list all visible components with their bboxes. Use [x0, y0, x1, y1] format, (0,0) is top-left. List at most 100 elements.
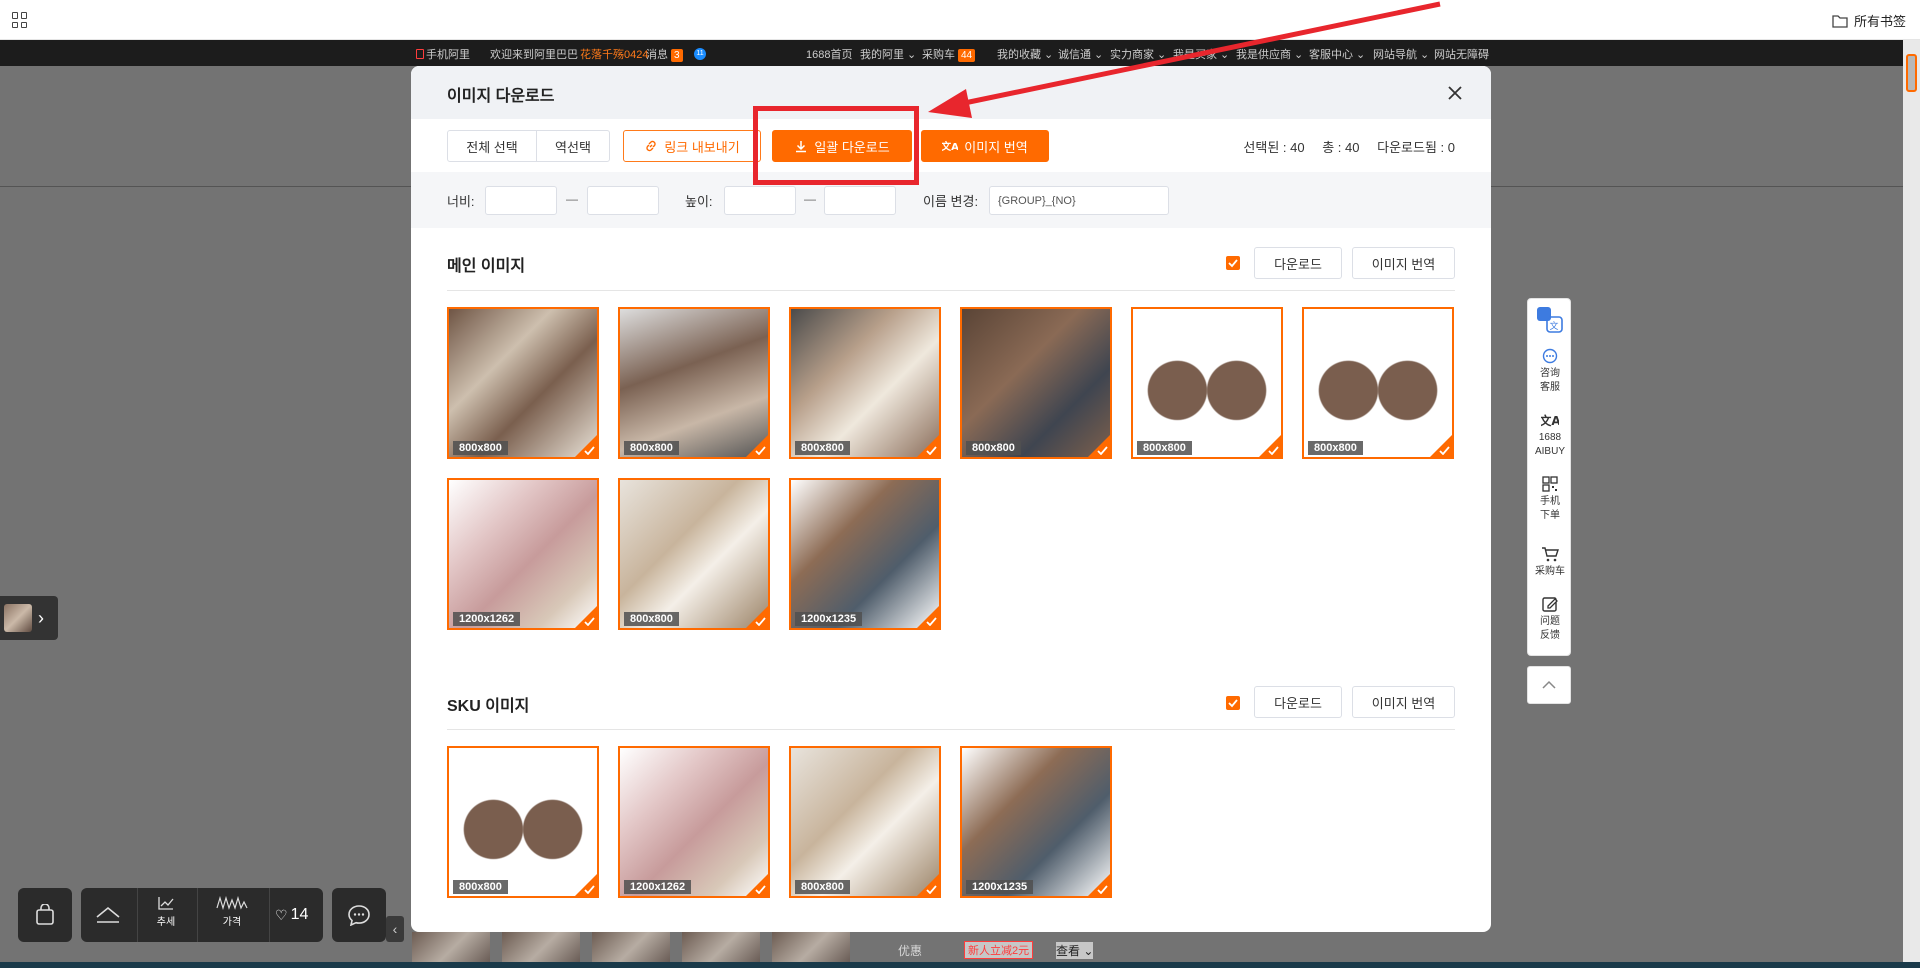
- home-link[interactable]: 1688首页: [806, 46, 852, 62]
- back-to-top-button[interactable]: [1527, 666, 1571, 704]
- width-max-input[interactable]: [587, 186, 659, 215]
- analysis-tools: 추세 가격 ♡ 14: [81, 888, 323, 942]
- buyers-menu[interactable]: 我是买家 ⌄: [1173, 46, 1229, 62]
- site-nav-menu[interactable]: 网站导航 ⌄: [1373, 46, 1429, 62]
- chevron-right-icon: ›: [38, 608, 44, 628]
- collapse-arrow[interactable]: ‹: [386, 916, 404, 942]
- height-max-input[interactable]: [824, 186, 896, 215]
- check-icon: [584, 446, 595, 455]
- image-thumbnail[interactable]: 800x800: [447, 307, 599, 459]
- close-icon[interactable]: [1444, 82, 1466, 104]
- side-aibuy-button[interactable]: 文A 1688 AIBUY: [1528, 411, 1572, 459]
- chevron-up-icon: [1542, 680, 1556, 689]
- chat-bubble-icon: [348, 905, 370, 926]
- modal-title: 이미지 다운로드: [447, 88, 555, 105]
- translate-images-button[interactable]: 文A 이미지 번역: [921, 130, 1049, 162]
- image-thumbnail[interactable]: 800x800: [447, 746, 599, 898]
- check-icon: [755, 617, 766, 626]
- check-icon: [1228, 699, 1238, 708]
- mobile-ali-link[interactable]: 手机阿里: [416, 46, 470, 62]
- taskbar-edge: [0, 962, 1920, 968]
- image-thumbnail[interactable]: 800x800: [960, 307, 1112, 459]
- image-download-modal: 이미지 다운로드 전체 선택 역선택 링크 내보내기 일괄 다운로드 文A 이미…: [411, 66, 1491, 932]
- check-icon: [584, 885, 595, 894]
- check-icon: [1439, 446, 1450, 455]
- cart-link[interactable]: 采购车 44: [922, 46, 976, 62]
- image-thumbnail[interactable]: 800x800: [789, 746, 941, 898]
- favorites-menu[interactable]: 我的收藏 ⌄: [997, 46, 1053, 62]
- check-icon: [926, 446, 937, 455]
- image-thumbnail[interactable]: 1200x1235: [960, 746, 1112, 898]
- modal-toolbar: 전체 선택 역선택 링크 내보내기 일괄 다운로드 文A 이미지 번역 선택된 …: [411, 119, 1491, 172]
- heart-icon: ♡: [275, 906, 288, 923]
- export-links-button[interactable]: 링크 내보내기: [623, 130, 761, 162]
- svg-text:文A: 文A: [942, 140, 958, 153]
- side-feedback-label: 问题 反馈: [1540, 616, 1560, 641]
- side-feedback-button[interactable]: 问题 反馈: [1528, 595, 1572, 643]
- main-images-title: 메인 이미지: [447, 258, 526, 275]
- main-images-download-button[interactable]: 다운로드: [1254, 247, 1342, 279]
- side-cart-button[interactable]: 采购车: [1528, 545, 1572, 579]
- price-button[interactable]: 가격: [203, 895, 261, 928]
- invert-selection-button[interactable]: 역선택: [536, 130, 610, 162]
- left-thumbnail-tab[interactable]: ›: [0, 596, 58, 640]
- all-bookmarks-folder[interactable]: 所有书签: [1832, 11, 1906, 30]
- selection-stats: 선택된 : 40 총 : 40 다운로드됨 : 0: [1229, 137, 1455, 156]
- scrollbar-thumb[interactable]: [1906, 54, 1917, 92]
- rename-label: 이름 변경:: [923, 194, 979, 209]
- translate-images-label: 이미지 번역: [964, 139, 1028, 155]
- main-images-checkbox[interactable]: [1226, 256, 1240, 270]
- image-size-label: 800x800: [624, 441, 679, 455]
- image-thumbnail[interactable]: 800x800: [1302, 307, 1454, 459]
- chat-button[interactable]: [332, 888, 386, 942]
- width-min-input[interactable]: [485, 186, 557, 215]
- messages-link[interactable]: 消息 3: [646, 46, 683, 62]
- link-icon: [646, 140, 656, 152]
- collapse-icon[interactable]: [95, 905, 121, 925]
- side-translate-button[interactable]: 文: [1528, 305, 1572, 337]
- image-thumbnail[interactable]: 800x800: [789, 307, 941, 459]
- image-size-label: 1200x1235: [795, 612, 863, 626]
- rename-pattern-input[interactable]: {GROUP}_{NO}: [989, 186, 1169, 215]
- image-size-label: 1200x1262: [624, 880, 692, 894]
- image-thumbnail[interactable]: 1200x1262: [447, 478, 599, 630]
- merchants-menu[interactable]: 实力商家 ⌄: [1110, 46, 1166, 62]
- bag-button[interactable]: [18, 888, 72, 942]
- welcome-text: 欢迎来到阿里巴巴: [490, 49, 578, 61]
- page-scrollbar[interactable]: [1903, 40, 1920, 968]
- main-images-translate-button[interactable]: 이미지 번역: [1352, 247, 1455, 279]
- image-size-label: 800x800: [1308, 441, 1363, 455]
- sku-images-translate-button[interactable]: 이미지 번역: [1352, 686, 1455, 718]
- image-size-label: 800x800: [453, 880, 508, 894]
- likes-button[interactable]: ♡ 14: [275, 906, 308, 924]
- service-menu[interactable]: 客服中心 ⌄: [1309, 46, 1365, 62]
- shopping-bag-icon: [36, 904, 54, 925]
- my-ali-menu[interactable]: 我的阿里 ⌄: [860, 46, 916, 62]
- sku-images-checkbox[interactable]: [1226, 696, 1240, 710]
- height-min-input[interactable]: [724, 186, 796, 215]
- coupon-tag: 新人立减2元: [964, 941, 1034, 959]
- supplier-menu[interactable]: 我是供应商 ⌄: [1236, 46, 1303, 62]
- image-thumbnail[interactable]: 800x800: [618, 478, 770, 630]
- check-icon: [755, 885, 766, 894]
- apps-grid-icon[interactable]: [12, 12, 28, 28]
- image-thumbnail[interactable]: 1200x1235: [789, 478, 941, 630]
- sku-images-download-button[interactable]: 다운로드: [1254, 686, 1342, 718]
- messages-count-badge: 3: [671, 49, 683, 62]
- image-thumbnail[interactable]: 800x800: [1131, 307, 1283, 459]
- trend-button[interactable]: 추세: [143, 896, 189, 928]
- chat-badge[interactable]: 11: [694, 46, 706, 60]
- image-thumbnail[interactable]: 800x800: [618, 307, 770, 459]
- username-link[interactable]: 花落千殇0424: [580, 46, 648, 62]
- side-mobile-order-button[interactable]: 手机 下单: [1528, 475, 1572, 523]
- phone-icon: [416, 49, 424, 59]
- side-chat-button[interactable]: 咨询 客服: [1528, 347, 1572, 395]
- cart-label: 采购车: [922, 49, 955, 61]
- chengxintong-menu[interactable]: 诚信通 ⌄: [1058, 46, 1103, 62]
- accessible-link[interactable]: 网站无障碍: [1434, 46, 1489, 62]
- view-coupon-link[interactable]: 查看 ⌄: [1056, 942, 1094, 959]
- select-all-button[interactable]: 전체 선택: [447, 130, 537, 162]
- image-thumbnail[interactable]: 1200x1262: [618, 746, 770, 898]
- translate-icon: 文A: [942, 140, 958, 153]
- messages-label: 消息: [646, 49, 668, 61]
